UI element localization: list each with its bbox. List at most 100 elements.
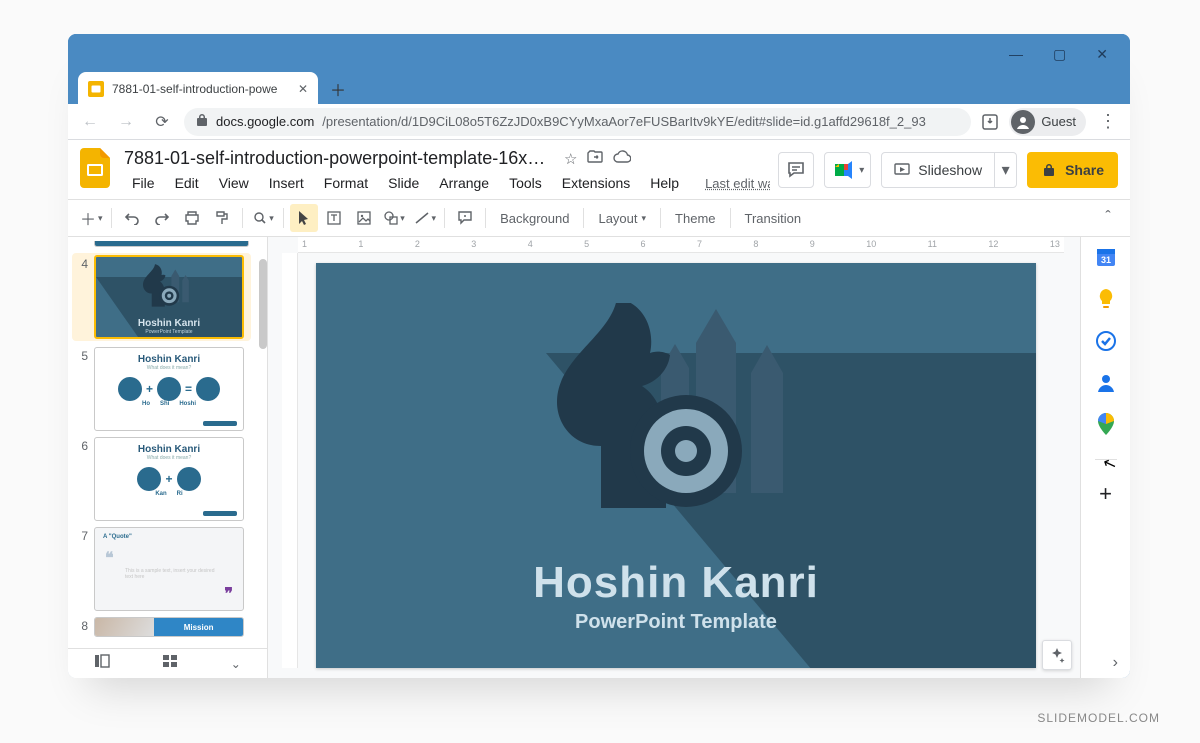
tasks-icon[interactable]	[1094, 329, 1118, 353]
menu-extensions[interactable]: Extensions	[554, 173, 638, 193]
thumb-num: 7	[74, 527, 88, 611]
new-tab-button[interactable]: ＋	[324, 75, 352, 103]
slide-canvas[interactable]: Hoshin Kanri PowerPoint Template	[316, 263, 1036, 668]
thumb-8[interactable]: 8 Mission	[74, 617, 249, 637]
sidepanel-expand-icon[interactable]: ›	[1113, 654, 1118, 672]
star-icon[interactable]: ☆	[564, 150, 577, 168]
keep-icon[interactable]	[1094, 287, 1118, 311]
horizontal-ruler: 112345678910111213	[298, 237, 1064, 253]
canvas[interactable]: 112345678910111213 Hoshin Kanri	[268, 237, 1080, 678]
thumb-4[interactable]: 4 Hoshin Kanri PowerPoint Template	[72, 253, 251, 341]
move-icon[interactable]	[587, 150, 603, 168]
avatar-icon	[1011, 110, 1035, 134]
last-edit-text[interactable]: Last edit was s...	[697, 174, 770, 193]
contacts-icon[interactable]	[1094, 371, 1118, 395]
menu-file[interactable]: File	[124, 173, 163, 193]
thumb-7[interactable]: 7 A "Quote" ❝ This is a sample text, ins…	[74, 527, 249, 611]
paint-format-button[interactable]	[208, 204, 236, 232]
thumb-peek-prev[interactable]	[94, 241, 249, 247]
profile-chip[interactable]: Guest	[1009, 108, 1086, 136]
slide-graphic-icon	[546, 303, 806, 523]
menu-view[interactable]: View	[211, 173, 257, 193]
tab-title: 7881-01-self-introduction-powe	[112, 82, 290, 96]
url-host: docs.google.com	[216, 114, 314, 129]
tab-close-icon[interactable]: ✕	[298, 82, 308, 96]
image-button[interactable]	[350, 204, 378, 232]
comment-button[interactable]	[451, 204, 479, 232]
slideshow-dropdown[interactable]: ▾	[994, 153, 1016, 187]
nav-forward-button[interactable]: →	[112, 108, 140, 136]
thumb-6[interactable]: 6 Hoshin Kanri What does it mean? + KanR…	[74, 437, 249, 521]
filmstrip-chevron-icon[interactable]: ⌄	[231, 657, 241, 671]
app-header: 7881-01-self-introduction-powerpoint-tem…	[68, 140, 1130, 193]
thumb-num: 6	[74, 437, 88, 521]
header-controls: ▾ Slideshow ▾ Share	[778, 152, 1118, 188]
transition-button[interactable]: Transition	[737, 211, 810, 226]
url-bar[interactable]: docs.google.com/presentation/d/1D9CiL08o…	[184, 108, 971, 136]
toolbar-collapse-button[interactable]: ˆ	[1094, 204, 1122, 232]
cloud-status-icon[interactable]	[613, 150, 631, 168]
menu-edit[interactable]: Edit	[167, 173, 207, 193]
share-button[interactable]: Share	[1027, 152, 1118, 188]
menu-tools[interactable]: Tools	[501, 173, 550, 193]
shape-button[interactable]: ▾	[380, 204, 408, 232]
menu-format[interactable]: Format	[316, 173, 376, 193]
thumb-num: 4	[74, 255, 88, 339]
thumb-5[interactable]: 5 Hoshin Kanri What does it mean? += HoS…	[74, 347, 249, 431]
layout-button[interactable]: Layout▾	[590, 211, 654, 226]
maximize-icon[interactable]: ▢	[1053, 46, 1066, 63]
explore-button[interactable]	[1042, 640, 1072, 670]
meet-icon	[833, 161, 855, 179]
slides-favicon-icon	[88, 81, 104, 97]
slideshow-label: Slideshow	[918, 162, 982, 178]
slideshow-button[interactable]: Slideshow ▾	[881, 152, 1017, 188]
background-button[interactable]: Background	[492, 211, 577, 226]
filmstrip-scrollbar[interactable]	[255, 237, 268, 678]
menu-slide[interactable]: Slide	[380, 173, 427, 193]
redo-button[interactable]	[148, 204, 176, 232]
menu-help[interactable]: Help	[642, 173, 687, 193]
line-button[interactable]: ▾	[410, 204, 439, 232]
meet-dropdown-icon: ▾	[859, 165, 864, 176]
slideshow-icon	[894, 162, 910, 178]
workspace: 4 Hoshin Kanri PowerPoint Template 5 Hos…	[68, 237, 1130, 678]
maps-icon[interactable]	[1094, 413, 1118, 437]
doc-title[interactable]: 7881-01-self-introduction-powerpoint-tem…	[124, 148, 554, 169]
profile-label: Guest	[1041, 114, 1076, 129]
grid-view-icon[interactable]	[162, 654, 178, 673]
browser-tab[interactable]: 7881-01-self-introduction-powe ✕	[78, 72, 318, 106]
filmstrip-view-icon[interactable]	[94, 654, 110, 673]
watermark: SLIDEMODEL.COM	[1037, 711, 1160, 725]
theme-button[interactable]: Theme	[667, 211, 723, 226]
slides-app: 7881-01-self-introduction-powerpoint-tem…	[68, 140, 1130, 678]
nav-reload-button[interactable]: ⟳	[148, 108, 176, 136]
comments-button[interactable]	[778, 152, 814, 188]
slide-subtitle: PowerPoint Template	[316, 611, 1036, 634]
share-label: Share	[1065, 162, 1104, 178]
calendar-icon[interactable]: 31	[1094, 245, 1118, 269]
browser-menu-button[interactable]: ⋮	[1094, 111, 1122, 132]
address-bar-row: ← → ⟳ docs.google.com/presentation/d/1D9…	[68, 104, 1130, 140]
meet-button[interactable]: ▾	[824, 152, 871, 188]
filmstrip[interactable]: 4 Hoshin Kanri PowerPoint Template 5 Hos…	[68, 237, 268, 678]
slides-logo-icon[interactable]	[76, 148, 116, 188]
lock-icon	[196, 113, 208, 130]
minimize-icon[interactable]: —	[1009, 46, 1023, 63]
textbox-button[interactable]	[320, 204, 348, 232]
lock-icon	[1041, 162, 1057, 178]
slide-title: Hoshin Kanri	[316, 558, 1036, 608]
nav-back-button[interactable]: ←	[76, 108, 104, 136]
addons-button[interactable]: +	[1094, 482, 1118, 506]
select-tool-button[interactable]	[290, 204, 318, 232]
close-icon[interactable]: ✕	[1096, 46, 1108, 63]
url-path: /presentation/d/1D9CiL08o5T6ZzJD0xB9CYyM…	[322, 114, 926, 129]
browser-window: — ▢ ✕ 7881-01-self-introduction-powe ✕ ＋…	[68, 34, 1130, 678]
menu-insert[interactable]: Insert	[261, 173, 312, 193]
zoom-button[interactable]: ▾	[249, 204, 277, 232]
print-button[interactable]	[178, 204, 206, 232]
install-app-icon[interactable]	[979, 111, 1001, 133]
new-slide-button[interactable]: ＋▾	[76, 204, 105, 232]
undo-button[interactable]	[118, 204, 146, 232]
menu-arrange[interactable]: Arrange	[431, 173, 497, 193]
svg-text:31: 31	[1100, 255, 1110, 265]
